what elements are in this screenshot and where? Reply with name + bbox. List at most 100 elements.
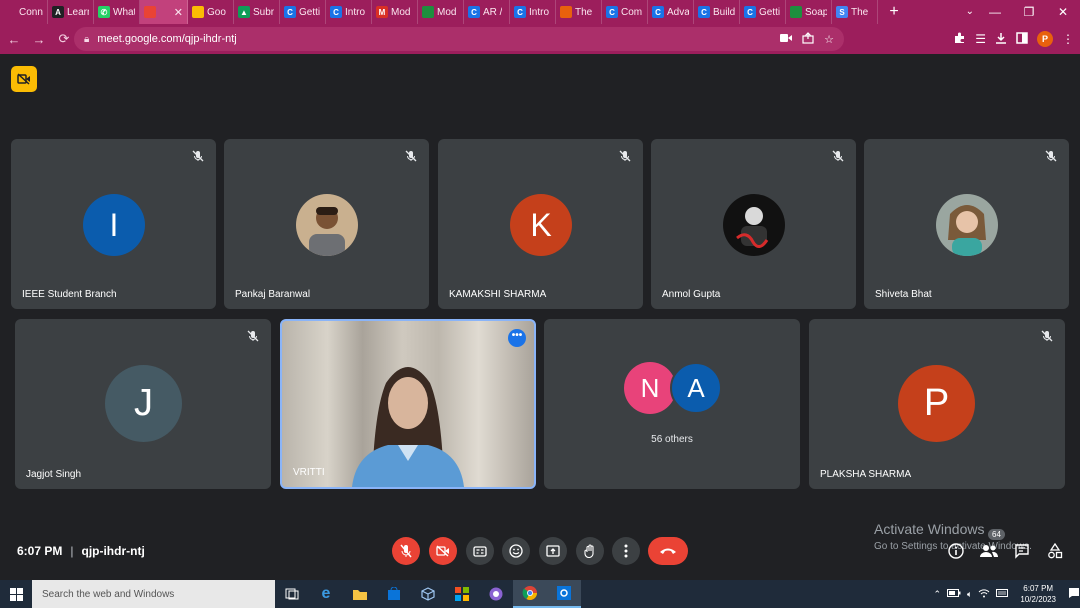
- tray-chevron-icon[interactable]: ⌃: [933, 589, 941, 600]
- wifi-icon[interactable]: [978, 588, 990, 600]
- taskbar-clock[interactable]: 6:07 PM 10/2/2023: [1014, 583, 1062, 605]
- reading-list-icon[interactable]: ☰: [975, 32, 986, 46]
- muted-mic-icon: [247, 330, 259, 342]
- tab-favicon-icon: C: [330, 6, 342, 18]
- back-icon[interactable]: ←: [3, 32, 25, 47]
- tab-label: Soap: [805, 6, 827, 18]
- leave-call-button[interactable]: [648, 537, 688, 565]
- minimize-icon[interactable]: —: [978, 0, 1012, 24]
- settings-app-icon[interactable]: [547, 580, 581, 608]
- github-icon[interactable]: [479, 580, 513, 608]
- browser-tab[interactable]: Connect: [0, 0, 48, 24]
- camera-off-indicator-icon[interactable]: [11, 66, 37, 92]
- participant-video-tile[interactable]: ••• VRITTI: [280, 319, 536, 489]
- participant-tile[interactable]: I IEEE Student Branch: [11, 139, 216, 309]
- close-window-icon[interactable]: ✕: [1046, 0, 1080, 24]
- participant-avatar: P: [898, 365, 975, 442]
- file-explorer-icon[interactable]: [343, 580, 377, 608]
- browser-toolbar: ← → ⟳ 🔒︎ meet.google.com/qjp-ihdr-ntj ☆ …: [0, 24, 1080, 54]
- browser-tab[interactable]: M Mod: [372, 0, 418, 24]
- task-view-icon[interactable]: [275, 580, 309, 608]
- browser-menu-icon[interactable]: ⋮: [1062, 32, 1074, 46]
- notifications-icon[interactable]: [1068, 587, 1080, 601]
- participant-name: Jagjot Singh: [26, 469, 82, 480]
- meeting-info-icon[interactable]: [946, 542, 966, 560]
- people-icon[interactable]: [979, 542, 999, 560]
- browser-tab[interactable]: C Build: [694, 0, 740, 24]
- keyboard-icon[interactable]: [996, 588, 1009, 600]
- start-button[interactable]: [0, 580, 32, 608]
- raise-hand-button[interactable]: [576, 537, 604, 565]
- others-avatar: A: [670, 362, 722, 414]
- browser-tab[interactable]: Soap: [786, 0, 832, 24]
- reactions-button[interactable]: [502, 537, 530, 565]
- system-tray: ⌃ 🔈︎ 6:07 PM 10/2/2023: [933, 580, 1080, 608]
- participant-tile[interactable]: Pankaj Baranwal: [224, 139, 429, 309]
- participant-tile[interactable]: Anmol Gupta: [651, 139, 856, 309]
- browser-tab[interactable]: ✆ What: [94, 0, 140, 24]
- lock-icon[interactable]: 🔒︎: [84, 34, 89, 45]
- participant-tile[interactable]: K KAMAKSHI SHARMA: [438, 139, 643, 309]
- meeting-time: 6:07 PM: [17, 544, 63, 558]
- tab-favicon-icon: [560, 6, 572, 18]
- participant-tile[interactable]: J Jagjot Singh: [15, 319, 271, 489]
- extensions-puzzle-icon[interactable]: [954, 32, 966, 47]
- taskbar-search[interactable]: Search the web and Windows: [32, 580, 275, 608]
- browser-tab[interactable]: C Adva: [648, 0, 694, 24]
- others-tile[interactable]: N A 56 others: [544, 319, 800, 489]
- chrome-icon[interactable]: [513, 580, 547, 608]
- tab-label: Mod: [391, 6, 411, 18]
- download-icon[interactable]: [995, 32, 1007, 47]
- participant-name: Pankaj Baranwal: [235, 289, 311, 300]
- edge-icon[interactable]: e: [309, 580, 343, 608]
- browser-tab[interactable]: ▲ Subr: [234, 0, 280, 24]
- side-panel-icon[interactable]: [1016, 31, 1028, 47]
- taskbar-search-text: Search the web and Windows: [42, 588, 175, 600]
- browser-tab[interactable]: C AR /: [464, 0, 510, 24]
- camera-toggle-button[interactable]: [429, 537, 457, 565]
- clock-time: 6:07 PM: [1023, 584, 1054, 593]
- restore-icon[interactable]: ❐: [1012, 0, 1046, 24]
- 3d-box-icon[interactable]: [411, 580, 445, 608]
- browser-tab[interactable]: Goo: [188, 0, 234, 24]
- office-apps-icon[interactable]: [445, 580, 479, 608]
- more-options-icon[interactable]: •••: [508, 329, 526, 347]
- meeting-code[interactable]: qjp-ihdr-ntj: [81, 544, 144, 558]
- browser-tab[interactable]: C Getti: [740, 0, 786, 24]
- mic-toggle-button[interactable]: [392, 537, 420, 565]
- browser-tab[interactable]: The: [556, 0, 602, 24]
- browser-tab[interactable]: C Com: [602, 0, 648, 24]
- battery-icon[interactable]: [947, 589, 961, 599]
- participant-photo: [936, 194, 998, 256]
- address-bar[interactable]: 🔒︎ meet.google.com/qjp-ihdr-ntj ☆: [74, 27, 844, 51]
- chat-icon[interactable]: [1012, 542, 1032, 560]
- tab-close-icon[interactable]: ✕: [174, 6, 183, 19]
- browser-tab[interactable]: C Intro: [326, 0, 372, 24]
- reload-icon[interactable]: ⟳: [53, 31, 75, 47]
- participant-tile[interactable]: Shiveta Bhat: [864, 139, 1069, 309]
- forward-icon[interactable]: →: [28, 32, 50, 47]
- browser-tab[interactable]: S The: [832, 0, 878, 24]
- activities-icon[interactable]: [1045, 542, 1065, 560]
- participant-tile[interactable]: P PLAKSHA SHARMA: [809, 319, 1065, 489]
- volume-icon[interactable]: 🔈︎: [967, 589, 972, 600]
- more-actions-button[interactable]: [612, 537, 640, 565]
- captions-button[interactable]: [466, 537, 494, 565]
- browser-tab[interactable]: C Getti: [280, 0, 326, 24]
- browser-tab[interactable]: Mod: [418, 0, 464, 24]
- present-screen-button[interactable]: [539, 537, 567, 565]
- tab-search-icon[interactable]: ⌄: [966, 0, 974, 24]
- browser-tab[interactable]: ✕: [140, 0, 188, 24]
- tab-favicon-icon: S: [836, 6, 848, 18]
- bookmark-star-icon[interactable]: ☆: [824, 33, 834, 46]
- browser-tab[interactable]: ALearn: [48, 0, 94, 24]
- new-tab-button[interactable]: +: [882, 0, 906, 24]
- share-icon[interactable]: [802, 31, 814, 47]
- avatar-initial: P: [923, 382, 950, 424]
- store-icon[interactable]: [377, 580, 411, 608]
- meet-side-controls: [946, 542, 1065, 560]
- tab-favicon-icon: C: [744, 6, 756, 18]
- browser-tab[interactable]: C Intro: [510, 0, 556, 24]
- camera-in-use-icon[interactable]: [780, 33, 793, 46]
- profile-avatar[interactable]: P: [1037, 31, 1053, 47]
